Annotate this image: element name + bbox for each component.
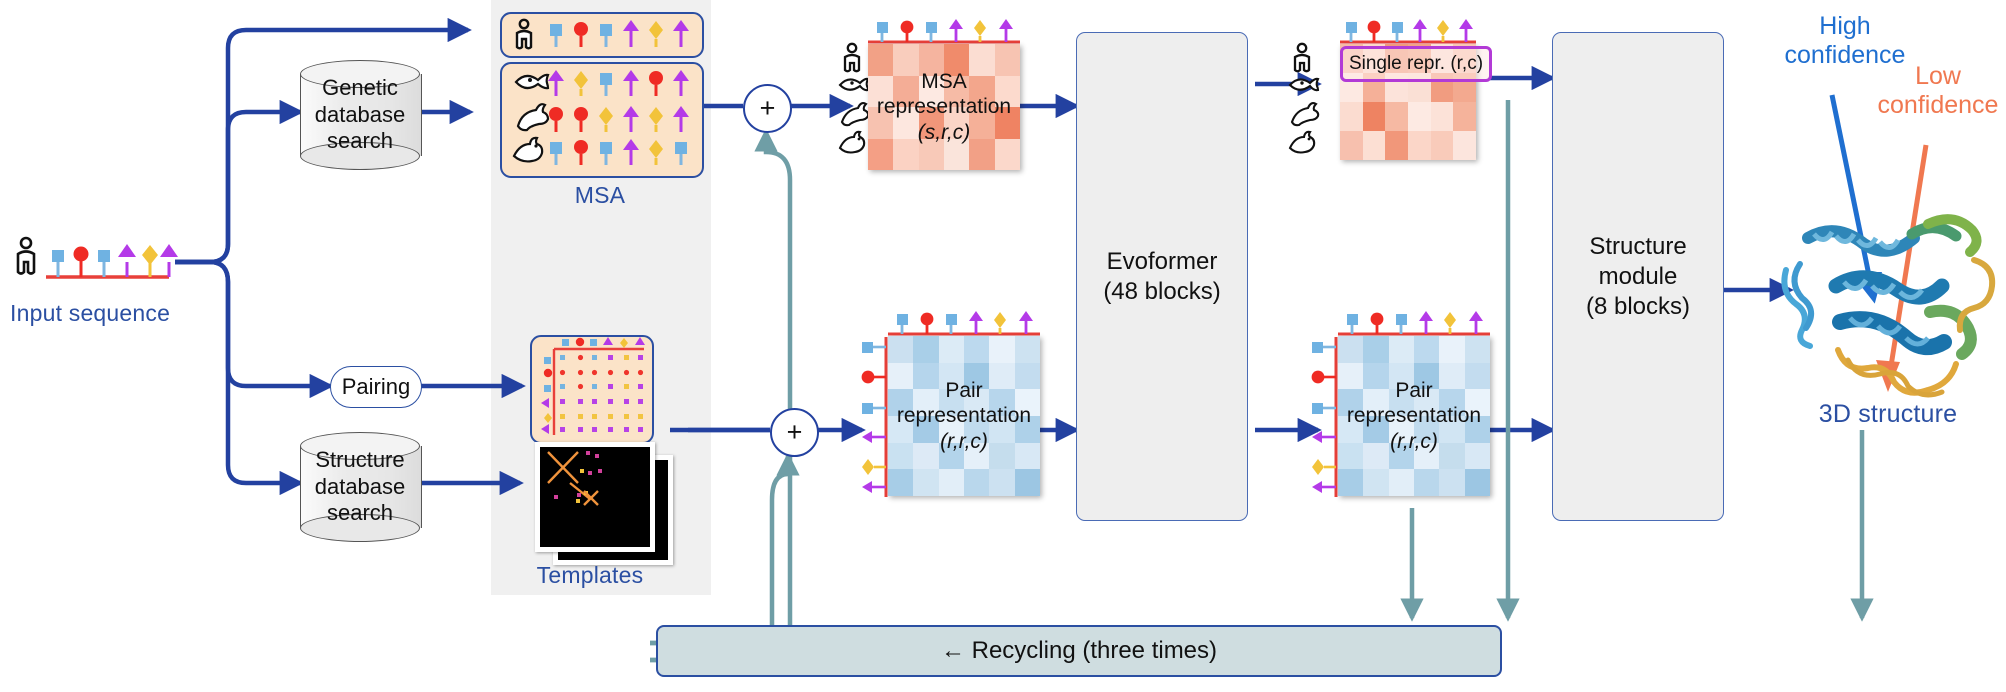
structure-module-line1: Structure bbox=[1589, 232, 1687, 260]
msa-rows-glyph bbox=[512, 70, 689, 165]
structure-3d-label: 3D structure bbox=[1818, 400, 1958, 428]
templates-label: Templates bbox=[536, 562, 644, 588]
msa-label: MSA bbox=[574, 182, 626, 208]
pair-rep-right-line3: (r,r,c) bbox=[1390, 429, 1438, 453]
msa-representation-tile: MSA representation (s,r,c) bbox=[868, 44, 1020, 170]
evoformer-line1: Evoformer bbox=[1106, 247, 1218, 275]
input-sequence-glyph bbox=[14, 232, 178, 292]
recycling-label: ← Recycling (three times) bbox=[940, 637, 1218, 664]
msa-rep-line3: (s,r,c) bbox=[917, 120, 971, 144]
pair-rep-right-line2: representation bbox=[1346, 404, 1482, 428]
genetic-db-line2: database bbox=[314, 101, 406, 127]
msa-query-row-glyph bbox=[515, 18, 689, 50]
single-rep-top-residues bbox=[1340, 18, 1476, 44]
add-operator-top: + bbox=[743, 84, 792, 133]
structure-module-text: Structure module (8 blocks) bbox=[1586, 232, 1690, 322]
template-thumb-front bbox=[535, 442, 655, 552]
pair-representation-left-caption: Pair representation (r,r,c) bbox=[888, 336, 1040, 496]
input-sequence-label: Input sequence bbox=[10, 300, 171, 326]
recycling-bar: ← Recycling (three times) bbox=[656, 625, 1502, 677]
pair-rep-left-top-residues bbox=[888, 310, 1040, 336]
pair-rep-left-line3: (r,r,c) bbox=[940, 429, 988, 453]
single-representation-badge: Single repr. (r,c) bbox=[1340, 46, 1492, 82]
rabbit-icon bbox=[516, 103, 550, 132]
pairing-matrix bbox=[530, 335, 654, 444]
fish-icon bbox=[838, 77, 870, 92]
evoformer-module[interactable]: Evoformer (48 blocks) bbox=[1076, 32, 1248, 521]
msa-representation-caption: MSA representation (s,r,c) bbox=[868, 44, 1020, 170]
genetic-db-line1: Genetic bbox=[322, 74, 398, 100]
genetic-db-line3: search bbox=[326, 128, 394, 154]
rabbit-icon bbox=[1290, 102, 1320, 127]
low-confidence-line2: confidence bbox=[1877, 90, 1999, 119]
human-icon bbox=[843, 42, 861, 73]
plus-top-label: + bbox=[759, 93, 776, 123]
msa-alignment-rows bbox=[500, 62, 704, 178]
rooster-icon bbox=[838, 130, 866, 154]
low-confidence-label: Low confidence bbox=[1870, 62, 2006, 120]
structure-db-line1: Structure bbox=[315, 446, 405, 472]
human-icon bbox=[1293, 42, 1311, 73]
single-rep-organism-icons bbox=[1288, 40, 1320, 170]
pair-representation-right-tile: Pair representation (r,r,c) bbox=[1338, 336, 1490, 496]
high-confidence-line1: High bbox=[1819, 12, 1871, 40]
evoformer-text: Evoformer (48 blocks) bbox=[1103, 247, 1220, 307]
pair-representation-right-caption: Pair representation (r,r,c) bbox=[1338, 336, 1490, 496]
structure-database-search[interactable]: Structure database search bbox=[300, 432, 422, 542]
rabbit-icon bbox=[840, 102, 870, 127]
structure-db-line3: search bbox=[326, 500, 394, 526]
evoformer-line2: (48 blocks) bbox=[1103, 277, 1221, 305]
fish-icon bbox=[1288, 77, 1320, 92]
fish-icon bbox=[514, 73, 550, 90]
structure-module-line2: module bbox=[1598, 262, 1678, 290]
plus-bottom-label: + bbox=[786, 417, 803, 447]
rooster-icon bbox=[512, 136, 544, 163]
msa-rep-top-residues bbox=[868, 18, 1020, 44]
pair-rep-right-top-residues bbox=[1338, 310, 1490, 336]
pair-rep-left-line1: Pair bbox=[945, 378, 983, 402]
pair-rep-left-row-residues bbox=[861, 337, 888, 497]
msa-rep-organism-icons bbox=[838, 40, 870, 170]
structure-db-text: Structure database search bbox=[300, 432, 420, 542]
pair-rep-left-line2: representation bbox=[896, 404, 1032, 428]
low-confidence-line1: Low bbox=[1915, 62, 1961, 90]
msa-rep-line1: MSA bbox=[921, 69, 967, 93]
template-contact-map-glyph bbox=[547, 451, 602, 506]
add-operator-bottom: + bbox=[770, 408, 819, 457]
pair-rep-right-row-residues bbox=[1311, 337, 1338, 497]
rooster-icon bbox=[1288, 130, 1316, 154]
pairing-label: Pairing bbox=[341, 374, 411, 399]
single-repr-label: Single repr. (r,c) bbox=[1348, 53, 1484, 74]
protein-3d-structure bbox=[1778, 190, 2006, 398]
structure-module-line3: (8 blocks) bbox=[1585, 292, 1691, 320]
msa-rep-line2: representation bbox=[876, 95, 1012, 119]
msa-query-row bbox=[500, 12, 704, 58]
pair-rep-right-line1: Pair bbox=[1395, 378, 1433, 402]
genetic-database-search[interactable]: Genetic database search bbox=[300, 60, 422, 170]
structure-db-line2: database bbox=[314, 473, 406, 499]
pairing-matrix-glyph bbox=[541, 337, 645, 435]
genetic-db-text: Genetic database search bbox=[300, 60, 420, 170]
structure-module[interactable]: Structure module (8 blocks) bbox=[1552, 32, 1724, 521]
pairing-node[interactable]: Pairing bbox=[330, 366, 422, 408]
pair-representation-left-tile: Pair representation (r,r,c) bbox=[888, 336, 1040, 496]
high-confidence-label: High confidence bbox=[1775, 12, 1915, 70]
